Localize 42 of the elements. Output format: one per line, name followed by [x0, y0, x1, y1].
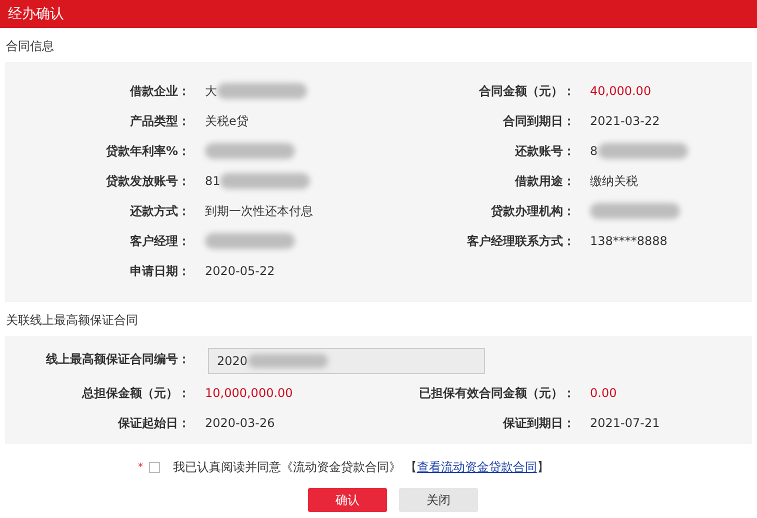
field-label: 借款企业：: [130, 83, 190, 100]
field-label: 贷款年利率%：: [106, 143, 190, 160]
agreement-checkbox[interactable]: [149, 462, 160, 472]
field-value: 2021-03-22: [590, 113, 660, 130]
field-label: 已担保有效合同金额（元）：: [419, 385, 575, 402]
field-value: 8: [590, 143, 598, 160]
field-label: 还款账号：: [515, 143, 575, 160]
field-value: 2021-07-21: [590, 415, 660, 432]
field-value: 2020-05-22: [205, 263, 275, 280]
field-value: 81: [205, 173, 220, 190]
field-label: 产品类型：: [130, 113, 190, 130]
field-label: 客户经理联系方式：: [467, 233, 575, 250]
contract-link[interactable]: 查看流动资金贷款合同: [416, 460, 537, 474]
amount-value: 10,000,000.00: [205, 385, 293, 402]
field-value: 138****8888: [590, 233, 668, 250]
section-heading: 合同信息: [5, 38, 55, 55]
field-value: 缴纳关税: [590, 173, 638, 190]
field-label: 保证到期日：: [503, 415, 575, 432]
field-value: 关税e贷: [205, 113, 248, 130]
amount-value: 40,000.00: [590, 83, 652, 100]
field-value: 到期一次性还本付息: [205, 203, 313, 220]
agreement-text: 我已认真阅读并同意《流动资金贷款合同》 【查看流动资金贷款合同】: [173, 459, 549, 476]
section-heading: 关联线上最高额保证合同: [5, 312, 139, 329]
field-label: 合同金额（元）：: [479, 83, 575, 100]
field-label: 合同到期日：: [503, 113, 575, 130]
field-label: 申请日期：: [130, 263, 190, 280]
confirm-button[interactable]: 确认: [308, 488, 387, 512]
field-label: 保证起始日：: [118, 415, 190, 432]
field-label: 客户经理：: [130, 233, 190, 250]
required-mark: *: [138, 460, 143, 474]
amount-value: 0.00: [590, 385, 617, 402]
field-value: 大: [205, 83, 217, 100]
input-field[interactable]: 2020: [208, 348, 485, 374]
field-label: 还款方式：: [130, 203, 190, 220]
dialog-title: 经办确认: [0, 0, 757, 28]
field-label: 线上最高额保证合同编号：: [46, 351, 190, 368]
field-label: 借款用途：: [515, 173, 575, 190]
field-label: 贷款发放账号：: [106, 173, 190, 190]
field-value: 2020-03-26: [205, 415, 275, 432]
field-label: 总担保金额（元）：: [82, 385, 190, 402]
close-button[interactable]: 关闭: [399, 488, 478, 512]
field-label: 贷款办理机构：: [491, 203, 575, 220]
